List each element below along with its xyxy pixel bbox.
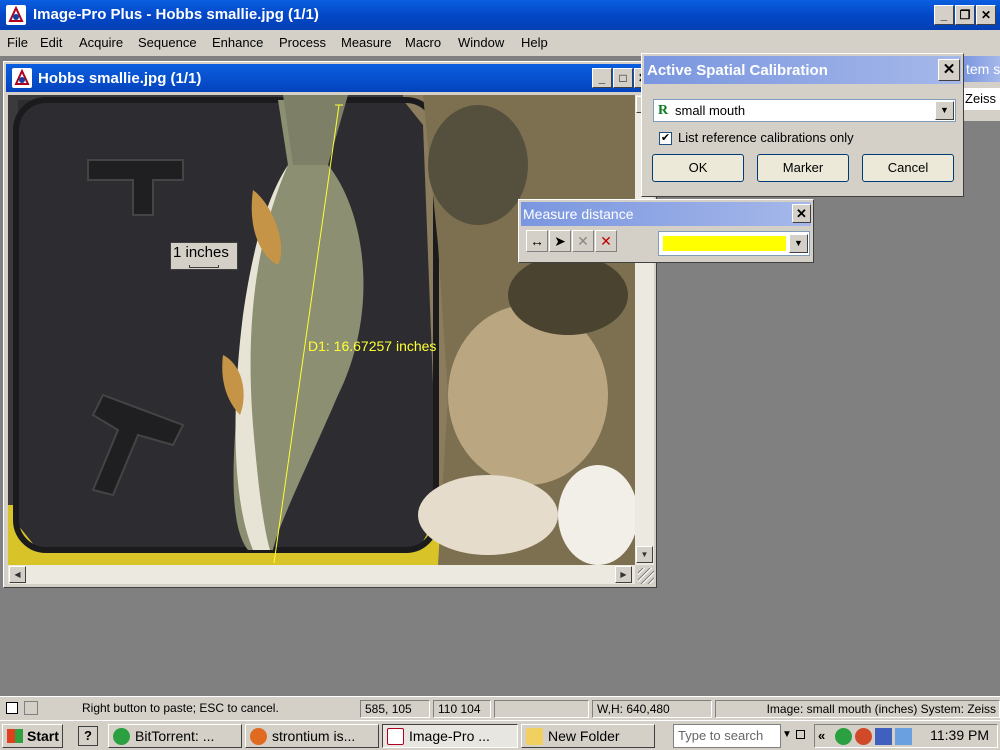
status-size: W,H: 640,480 [592, 700, 712, 718]
background-panel-field: Zeiss [962, 88, 1000, 110]
background-panel: tem s Zeiss [962, 56, 1000, 121]
line-color-swatch [663, 236, 786, 251]
bittorrent-icon [113, 728, 130, 745]
background-panel-titlebar: tem s [962, 56, 1000, 82]
system-tray: « 11:39 PM [814, 724, 998, 748]
image-window-title: Hobbs smallie.jpg (1/1) [38, 70, 202, 87]
app-titlebar: Image-Pro Plus - Hobbs smallie.jpg (1/1)… [0, 0, 1000, 30]
menu-acquire[interactable]: Acquire [79, 35, 123, 50]
taskbar-search-input[interactable]: Type to search [673, 724, 781, 748]
status-icon-2 [24, 701, 38, 715]
task-image-pro[interactable]: Image-Pro ... [382, 724, 518, 748]
horizontal-scrollbar[interactable]: ◀ ▶ [8, 565, 635, 584]
status-icon [6, 702, 18, 714]
menu-edit[interactable]: Edit [40, 35, 62, 50]
image-pro-icon [387, 728, 404, 745]
calibration-close-icon[interactable]: ✕ [938, 59, 960, 81]
status-rgb: 110 104 [433, 700, 491, 718]
status-cursor: 585, 105 [360, 700, 430, 718]
spatial-calibration-dialog: Active Spatial Calibration ✕ R small mou… [641, 53, 964, 197]
menu-sequence[interactable]: Sequence [138, 35, 197, 50]
distance-tool-icon[interactable]: ↔ [526, 230, 548, 252]
task-new-folder[interactable]: New Folder [521, 724, 655, 748]
minimize-button[interactable]: _ [934, 5, 954, 25]
menu-file[interactable]: File [7, 35, 28, 50]
status-empty [494, 700, 589, 718]
tray-icon-2[interactable] [855, 728, 872, 745]
image-window: Hobbs smallie.jpg (1/1) _ □ ✕ [3, 61, 657, 588]
app-title: Image-Pro Plus - Hobbs smallie.jpg (1/1) [33, 6, 319, 23]
line-color-select[interactable]: ▼ [658, 231, 810, 256]
menu-measure[interactable]: Measure [341, 35, 392, 50]
task-firefox[interactable]: strontium is... [245, 724, 379, 748]
image-maximize-button[interactable]: □ [613, 68, 633, 88]
image-minimize-button[interactable]: _ [592, 68, 612, 88]
menu-macro[interactable]: Macro [405, 35, 441, 50]
chevron-down-icon[interactable]: ▼ [935, 101, 954, 120]
distance-measurement-label: D1: 16.67257 inches [308, 338, 437, 354]
marker-button[interactable]: Marker [757, 154, 849, 182]
resize-grip-icon[interactable] [638, 568, 654, 584]
delete-all-icon[interactable]: ✕ [595, 230, 617, 252]
ok-button[interactable]: OK [652, 154, 744, 182]
menu-help[interactable]: Help [521, 35, 548, 50]
help-icon[interactable]: ? [78, 726, 98, 746]
tray-icon-1[interactable] [835, 728, 852, 745]
menu-process[interactable]: Process [279, 35, 326, 50]
windows-logo-icon [7, 729, 23, 743]
spatial-calibration-titlebar[interactable]: Active Spatial Calibration ✕ [644, 56, 961, 84]
measure-close-icon[interactable]: ✕ [792, 204, 811, 223]
scroll-left-button[interactable]: ◀ [9, 566, 26, 583]
measure-distance-titlebar[interactable]: Measure distance ✕ [521, 202, 811, 226]
status-image-info: Image: small mouth (inches) System: Zeis… [715, 700, 1000, 718]
color-chevron-down-icon[interactable]: ▼ [789, 234, 808, 253]
measure-distance-panel: Measure distance ✕ ↔ ➤ ✕ ✕ ▼ [518, 199, 814, 263]
fish-photo [8, 95, 635, 565]
reference-only-label: List reference calibrations only [678, 130, 854, 145]
search-window-icon[interactable] [796, 730, 805, 739]
status-hint: Right button to paste; ESC to cancel. [82, 701, 279, 715]
calibration-select[interactable]: R small mouth ▼ [653, 99, 956, 122]
scale-bar-line [189, 265, 219, 268]
delete-icon[interactable]: ✕ [572, 230, 594, 252]
reference-calibration-icon: R [658, 103, 669, 118]
image-doc-icon[interactable] [12, 68, 32, 88]
folder-icon [526, 728, 543, 745]
menu-enhance[interactable]: Enhance [212, 35, 263, 50]
cancel-button[interactable]: Cancel [862, 154, 954, 182]
firefox-icon [250, 728, 267, 745]
scroll-right-button[interactable]: ▶ [615, 566, 632, 583]
tray-expand-icon[interactable]: « [818, 728, 825, 743]
calibration-select-value: small mouth [675, 103, 746, 118]
tray-icon-3[interactable] [875, 728, 892, 745]
scroll-down-button[interactable]: ▼ [636, 546, 653, 563]
scale-bar[interactable]: 1 inches [170, 242, 238, 270]
app-logo-icon[interactable] [6, 5, 26, 25]
close-button[interactable]: ✕ [976, 5, 996, 25]
clock: 11:39 PM [930, 727, 989, 743]
spatial-calibration-title: Active Spatial Calibration [647, 62, 828, 79]
reference-only-checkbox[interactable]: ✔ [659, 132, 672, 145]
measure-distance-title: Measure distance [523, 206, 634, 222]
tray-icon-4[interactable] [895, 728, 912, 745]
start-button[interactable]: Start [2, 724, 63, 748]
image-canvas[interactable]: 1 inches D1: 16.67257 inches [8, 95, 635, 565]
image-window-titlebar[interactable]: Hobbs smallie.jpg (1/1) _ □ ✕ [6, 64, 654, 92]
pointer-tool-icon[interactable]: ➤ [549, 230, 571, 252]
restore-button[interactable]: ❐ [955, 5, 975, 25]
taskbar: Start ? BitTorrent: ... strontium is... … [0, 720, 1000, 750]
search-dropdown-icon[interactable]: ▼ [782, 729, 792, 740]
menu-window[interactable]: Window [458, 35, 504, 50]
scale-bar-label: 1 inches [173, 244, 229, 261]
task-bittorrent[interactable]: BitTorrent: ... [108, 724, 242, 748]
status-bar: Right button to paste; ESC to cancel. 58… [0, 696, 1000, 720]
